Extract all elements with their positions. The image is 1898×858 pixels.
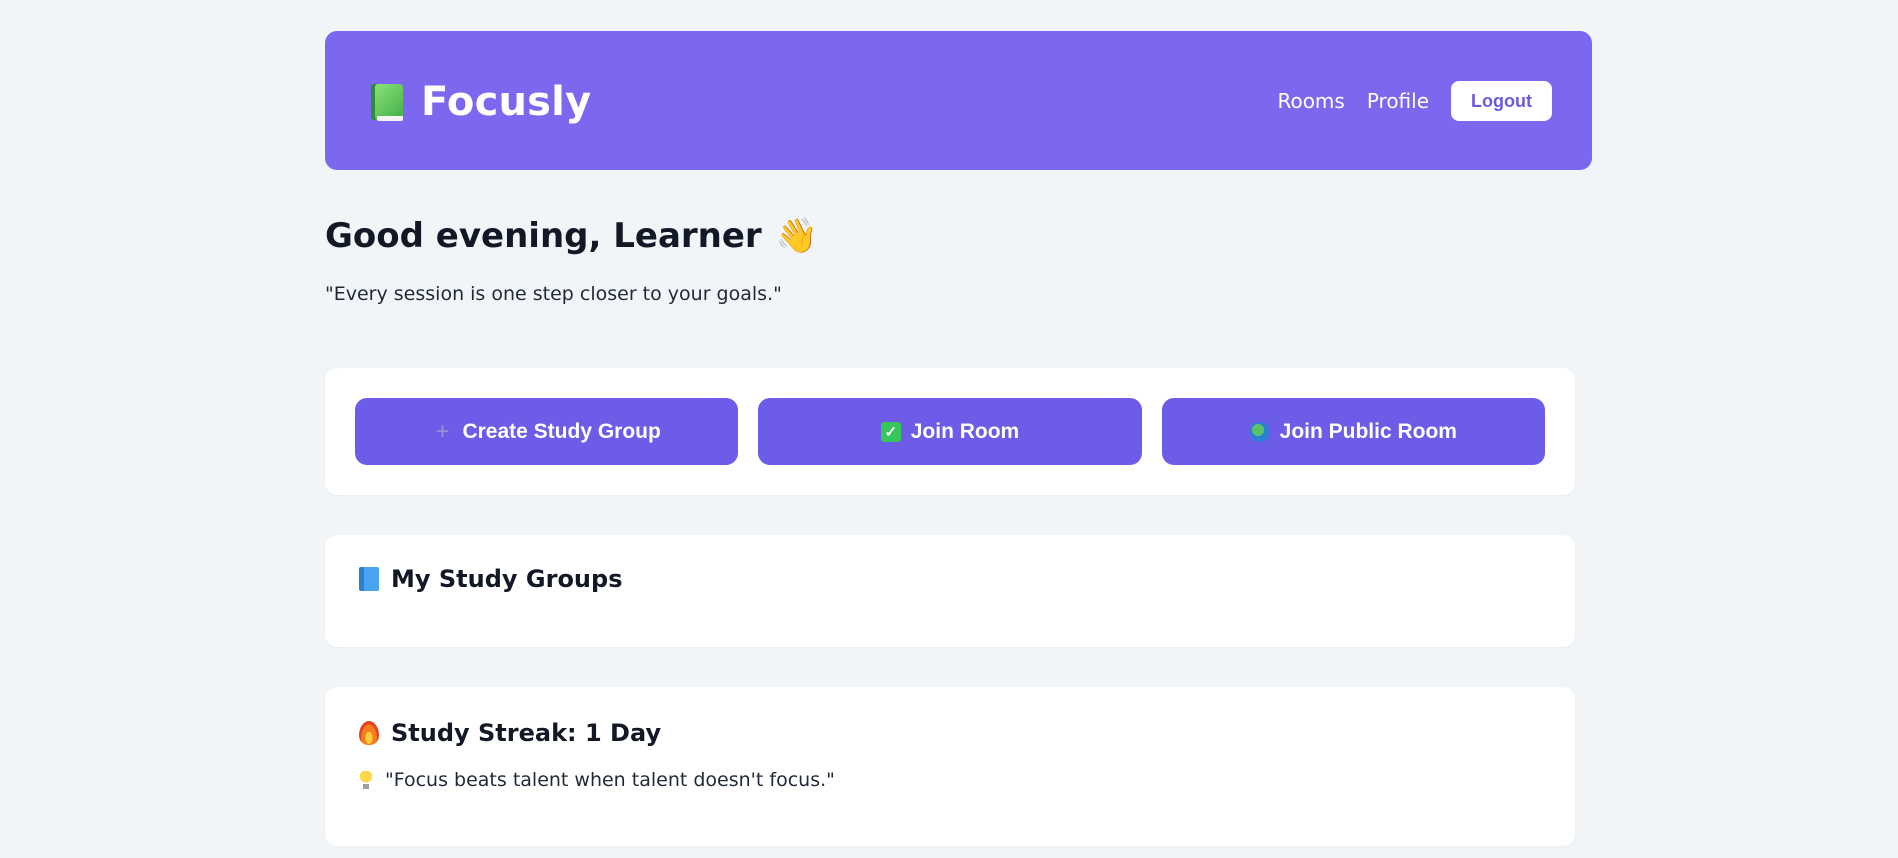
my-study-groups-title: My Study Groups [391, 565, 623, 593]
join-room-button[interactable]: ✓ Join Room [758, 398, 1142, 465]
greeting-title: Good evening, Learner [325, 216, 762, 256]
my-study-groups-heading: My Study Groups [359, 565, 622, 593]
dashboard-page: Focusly Rooms Profile Logout Good evenin… [0, 0, 1898, 858]
join-room-label: Join Room [910, 419, 1020, 443]
quick-actions-card: + Create Study Group ✓ Join Room Join Pu… [325, 368, 1575, 495]
focus-tip: "Focus beats talent when talent doesn't … [359, 769, 835, 791]
plus-icon: + [435, 417, 450, 445]
globe-icon [1249, 421, 1270, 442]
study-streak-title: Study Streak: 1 Day [391, 719, 662, 747]
light-bulb-icon [359, 771, 373, 789]
check-icon: ✓ [880, 421, 901, 442]
nav-link-rooms[interactable]: Rooms [1277, 89, 1344, 113]
focus-tip-text: "Focus beats talent when talent doesn't … [385, 769, 835, 791]
create-study-group-button[interactable]: + Create Study Group [355, 398, 739, 465]
join-public-room-label: Join Public Room [1279, 419, 1457, 443]
logout-button[interactable]: Logout [1451, 81, 1552, 121]
fire-icon [359, 721, 379, 745]
green-book-icon [371, 82, 403, 122]
top-nav: Rooms Profile Logout [1277, 81, 1552, 121]
create-study-group-label: Create Study Group [462, 419, 661, 443]
motivational-quote: "Every session is one step closer to you… [325, 283, 782, 305]
greeting-heading: Good evening, Learner 👋 [325, 216, 818, 256]
study-streak-heading: Study Streak: 1 Day [359, 719, 661, 747]
my-study-groups-card: My Study Groups [325, 535, 1575, 647]
app-header: Focusly Rooms Profile Logout [325, 31, 1592, 170]
blue-book-icon [359, 567, 379, 591]
brand-name: Focusly [421, 79, 592, 125]
join-public-room-button[interactable]: Join Public Room [1161, 398, 1545, 465]
brand[interactable]: Focusly [371, 77, 591, 127]
study-streak-card: Study Streak: 1 Day "Focus beats talent … [325, 687, 1575, 846]
waving-hand-icon: 👋 [775, 216, 819, 256]
nav-link-profile[interactable]: Profile [1367, 89, 1429, 113]
